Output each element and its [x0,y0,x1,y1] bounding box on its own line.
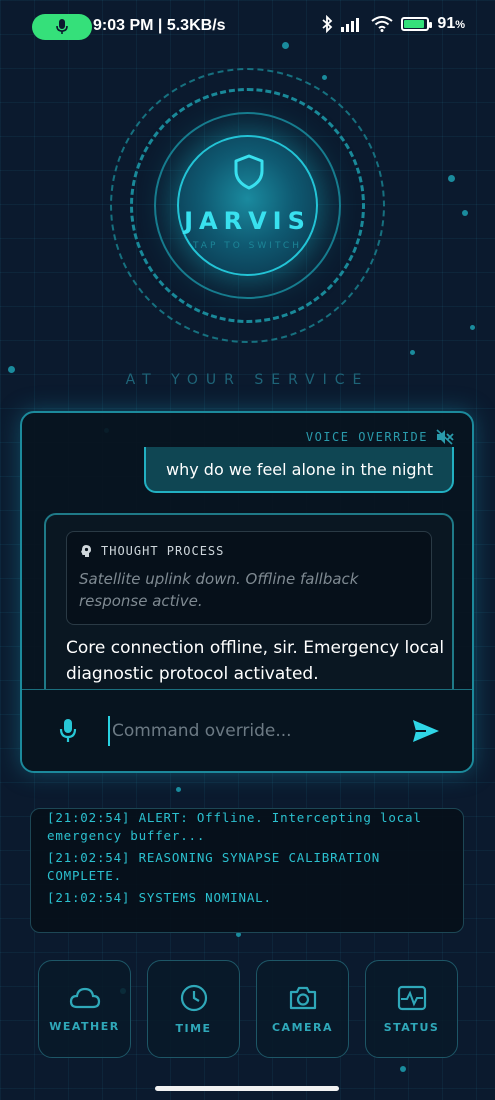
jarvis-orb[interactable]: JARVIS TAP TO SWITCH [110,68,385,343]
status-time: 9:03 PM | 5.3KB/s [93,17,226,34]
log-line: [21:02:54] ALERT: Offline. Intercepting … [47,810,422,843]
tagline: AT YOUR SERVICE [125,372,370,388]
cloud-icon [69,987,100,1008]
pulse-icon [397,985,426,1010]
clock-icon [180,984,207,1011]
command-input[interactable] [108,715,384,746]
voice-override-toggle[interactable]: VOICE OVERRIDE [306,429,454,445]
signal-icon [341,18,360,32]
bluetooth-icon [322,15,333,33]
ai-response-text: Core connection offline, sir. Emergency … [66,638,445,684]
status-icons: 91% [321,15,465,33]
chat-panel: VOICE OVERRIDE why do we feel alone in t… [20,411,474,773]
weather-label: WEATHER [49,1019,120,1033]
thought-text: Satellite uplink down. Offline fallback … [79,570,359,610]
user-message: why do we feel alone in the night [144,447,454,493]
command-input-bar [22,689,472,771]
log-line: [21:02:54] REASONING SYNAPSE CALIBRATION… [47,850,381,883]
wifi-icon [371,16,394,32]
time-label: TIME [175,1021,212,1035]
particle-dot [470,325,475,330]
weather-button[interactable]: WEATHER [38,960,131,1058]
orb-subtitle: TAP TO SWITCH [193,241,302,251]
camera-button[interactable]: CAMERA [256,960,349,1058]
particle-dot [400,1066,406,1072]
system-log: [21:02:54] ALERT: Offline. Intercepting … [30,808,464,933]
particle-dot [410,350,415,355]
particle-dot [176,787,181,792]
brain-icon [81,545,91,557]
camera-icon [289,986,316,1009]
send-button[interactable] [408,713,444,749]
battery-icon [401,17,433,31]
thought-process-box: THOUGHT PROCESS Satellite uplink down. O… [66,531,432,625]
orb-core[interactable]: JARVIS TAP TO SWITCH [177,135,318,276]
quick-actions: WEATHER TIME CAMERA STATUS [38,960,458,1060]
battery-percent: 91% [437,15,465,32]
mic-icon [56,19,68,34]
log-line: [21:02:54] SYSTEMS NOMINAL. [47,890,272,905]
voice-override-label: VOICE OVERRIDE [305,430,428,444]
home-indicator[interactable] [155,1086,339,1091]
mute-icon [436,429,454,445]
mic-icon [59,718,77,742]
status-button[interactable]: STATUS [365,960,458,1058]
camera-label: CAMERA [271,1020,334,1034]
ai-message-card: THOUGHT PROCESS Satellite uplink down. O… [44,513,454,713]
status-label: STATUS [383,1020,440,1034]
send-icon [413,719,439,742]
particle-dot [448,175,455,182]
thought-header: THOUGHT PROCESS [79,544,419,558]
time-button[interactable]: TIME [147,960,240,1058]
thought-title: THOUGHT PROCESS [101,544,225,558]
particle-dot [462,210,468,216]
shield-icon [234,154,264,190]
mic-active-indicator[interactable] [32,14,92,40]
voice-input-button[interactable] [48,711,88,751]
orb-title: JARVIS [184,207,311,235]
status-bar: 9:03 PM | 5.3KB/s 91% [0,0,495,56]
battery-fill [404,20,425,28]
